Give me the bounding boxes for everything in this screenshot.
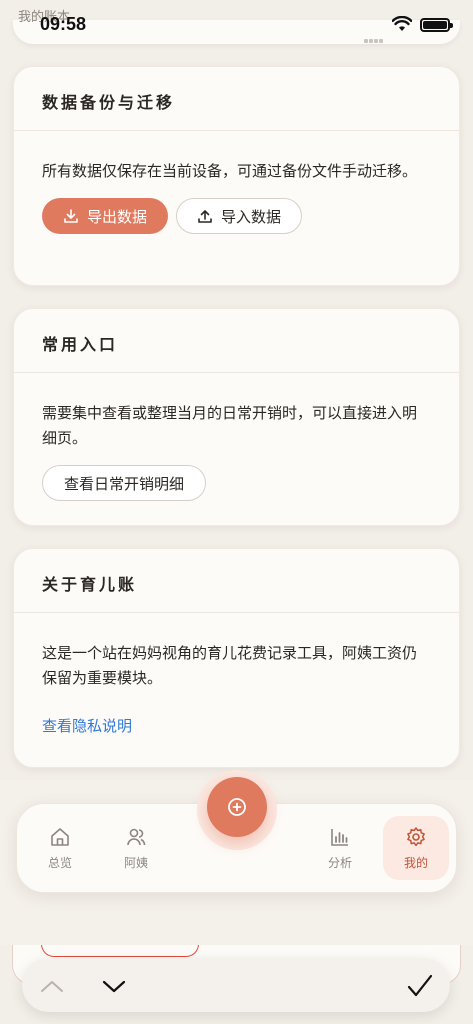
bar-chart-icon bbox=[331, 828, 348, 846]
entry-card: 常用入口 需要集中查看或整理当月的日常开销时，可以直接进入明细页。 查看日常开销… bbox=[13, 308, 460, 526]
tab-nanny-label: 阿姨 bbox=[123, 855, 148, 870]
status-bar: 我的账本 09:58 bbox=[0, 0, 473, 43]
wifi-icon bbox=[391, 15, 413, 36]
entry-description: 需要集中查看或整理当月的日常开销时，可以直接进入明细页。 bbox=[42, 404, 418, 447]
backup-description: 所有数据仅保存在当前设备，可通过备份文件手动迁移。 bbox=[42, 162, 418, 180]
privacy-link[interactable]: 查看隐私说明 bbox=[42, 715, 132, 736]
export-data-button[interactable]: 导出数据 bbox=[42, 198, 168, 234]
about-description: 这是一个站在妈妈视角的育儿花费记录工具，阿姨工资仍保留为重要模块。 bbox=[42, 644, 418, 687]
about-card-title: 关于育儿账 bbox=[42, 575, 138, 594]
export-data-label: 导出数据 bbox=[86, 207, 147, 226]
status-time: 09:58 bbox=[40, 14, 87, 34]
keyboard-accessory-bar bbox=[22, 958, 450, 1012]
people-icon bbox=[127, 828, 146, 845]
home-icon bbox=[51, 827, 69, 846]
signal-dots-icon bbox=[364, 28, 386, 43]
backup-card-title: 数据备份与迁移 bbox=[42, 93, 176, 112]
chevron-up-icon bbox=[41, 981, 63, 992]
tab-analysis-label: 分析 bbox=[327, 855, 352, 870]
entry-card-header: 常用入口 bbox=[14, 309, 459, 373]
add-circle-icon bbox=[228, 798, 246, 816]
add-record-button[interactable] bbox=[207, 777, 267, 837]
about-card: 关于育儿账 这是一个站在妈妈视角的育儿花费记录工具，阿姨工资仍保留为重要模块。 … bbox=[13, 548, 460, 768]
done-button[interactable] bbox=[406, 972, 434, 1000]
upload-icon bbox=[198, 210, 212, 223]
gear-icon bbox=[407, 826, 425, 846]
about-card-header: 关于育儿账 bbox=[14, 549, 459, 613]
checkmark-icon bbox=[407, 974, 433, 997]
tab-mine-label: 我的 bbox=[403, 855, 428, 870]
import-data-label: 导入数据 bbox=[220, 207, 281, 226]
backup-card-header: 数据备份与迁移 bbox=[14, 67, 459, 131]
entry-card-title: 常用入口 bbox=[42, 335, 119, 354]
daily-expense-detail-button[interactable]: 查看日常开销明细 bbox=[42, 465, 206, 501]
previous-field-button[interactable] bbox=[38, 972, 66, 1000]
chevron-down-icon bbox=[102, 980, 126, 993]
tab-analysis[interactable]: 分析 bbox=[307, 816, 373, 880]
tab-overview[interactable]: 总览 bbox=[27, 816, 93, 880]
tab-mine[interactable]: 我的 bbox=[383, 816, 449, 880]
tab-nanny[interactable]: 阿姨 bbox=[103, 816, 169, 880]
backup-card: 数据备份与迁移 所有数据仅保存在当前设备，可通过备份文件手动迁移。 导出数据 导… bbox=[13, 66, 460, 286]
download-icon bbox=[64, 209, 78, 223]
import-data-button[interactable]: 导入数据 bbox=[176, 198, 302, 234]
tab-overview-label: 总览 bbox=[47, 855, 72, 870]
battery-icon bbox=[420, 18, 453, 32]
next-field-button[interactable] bbox=[100, 972, 128, 1000]
